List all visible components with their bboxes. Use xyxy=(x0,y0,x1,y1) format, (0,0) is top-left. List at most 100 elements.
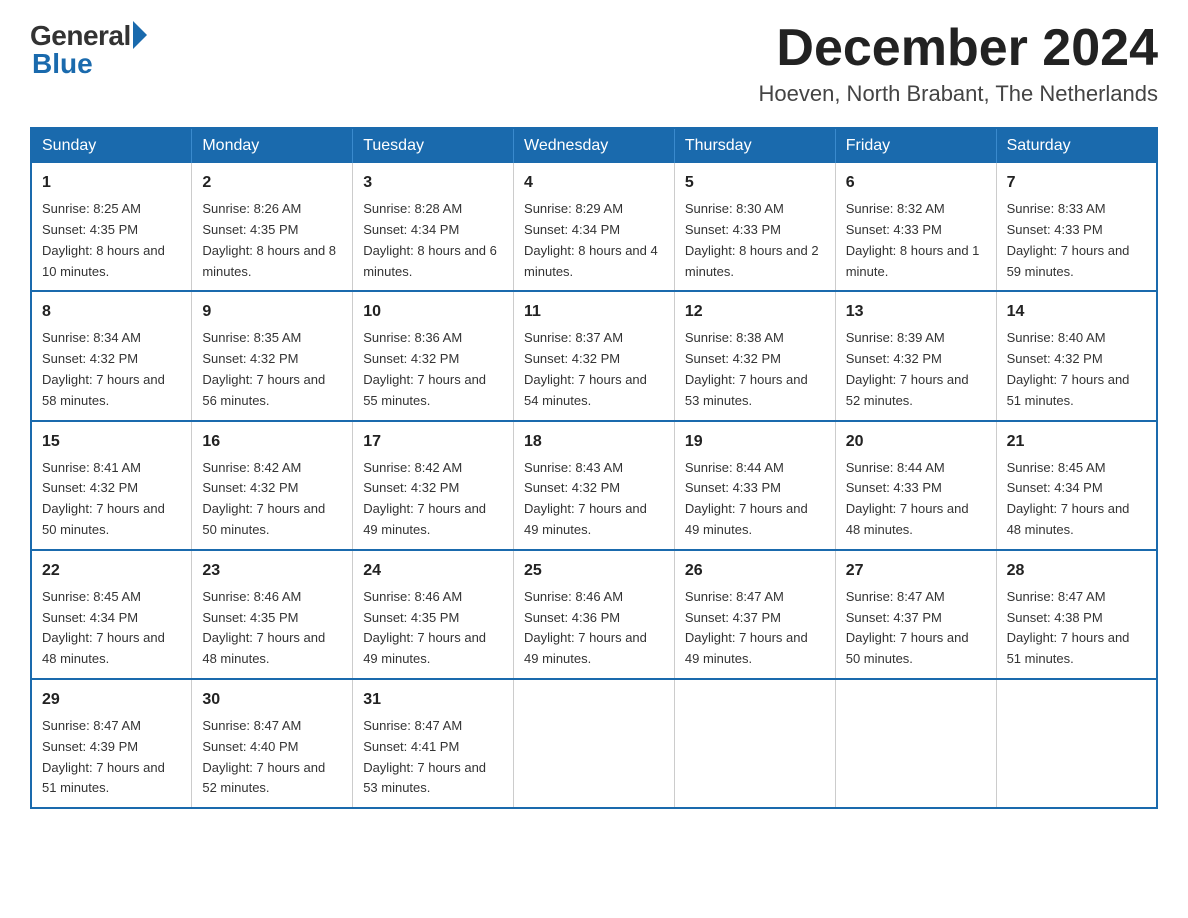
calendar-day-cell: 28 Sunrise: 8:47 AM Sunset: 4:38 PM Dayl… xyxy=(996,550,1157,679)
calendar-day-cell xyxy=(514,679,675,808)
day-info: Sunrise: 8:47 AM Sunset: 4:41 PM Dayligh… xyxy=(363,716,503,799)
day-number: 29 xyxy=(42,688,181,712)
day-number: 9 xyxy=(202,300,342,324)
calendar-day-cell: 10 Sunrise: 8:36 AM Sunset: 4:32 PM Dayl… xyxy=(353,291,514,420)
day-info: Sunrise: 8:46 AM Sunset: 4:35 PM Dayligh… xyxy=(363,587,503,670)
day-number: 31 xyxy=(363,688,503,712)
day-info: Sunrise: 8:35 AM Sunset: 4:32 PM Dayligh… xyxy=(202,328,342,411)
day-info: Sunrise: 8:41 AM Sunset: 4:32 PM Dayligh… xyxy=(42,458,181,541)
calendar-day-cell: 19 Sunrise: 8:44 AM Sunset: 4:33 PM Dayl… xyxy=(674,421,835,550)
day-info: Sunrise: 8:47 AM Sunset: 4:37 PM Dayligh… xyxy=(846,587,986,670)
logo: General Blue xyxy=(30,20,147,80)
day-of-week-header: Friday xyxy=(835,128,996,163)
day-number: 4 xyxy=(524,171,664,195)
calendar-week-row: 22 Sunrise: 8:45 AM Sunset: 4:34 PM Dayl… xyxy=(31,550,1157,679)
calendar-day-cell: 31 Sunrise: 8:47 AM Sunset: 4:41 PM Dayl… xyxy=(353,679,514,808)
calendar-day-cell: 1 Sunrise: 8:25 AM Sunset: 4:35 PM Dayli… xyxy=(31,163,192,291)
day-number: 6 xyxy=(846,171,986,195)
calendar-day-cell: 13 Sunrise: 8:39 AM Sunset: 4:32 PM Dayl… xyxy=(835,291,996,420)
calendar-day-cell: 18 Sunrise: 8:43 AM Sunset: 4:32 PM Dayl… xyxy=(514,421,675,550)
calendar-day-cell: 6 Sunrise: 8:32 AM Sunset: 4:33 PM Dayli… xyxy=(835,163,996,291)
day-of-week-header: Wednesday xyxy=(514,128,675,163)
calendar-day-cell: 5 Sunrise: 8:30 AM Sunset: 4:33 PM Dayli… xyxy=(674,163,835,291)
day-number: 27 xyxy=(846,559,986,583)
day-info: Sunrise: 8:32 AM Sunset: 4:33 PM Dayligh… xyxy=(846,199,986,282)
day-number: 5 xyxy=(685,171,825,195)
calendar-day-cell: 8 Sunrise: 8:34 AM Sunset: 4:32 PM Dayli… xyxy=(31,291,192,420)
calendar-day-cell: 4 Sunrise: 8:29 AM Sunset: 4:34 PM Dayli… xyxy=(514,163,675,291)
day-number: 22 xyxy=(42,559,181,583)
day-number: 11 xyxy=(524,300,664,324)
day-info: Sunrise: 8:47 AM Sunset: 4:39 PM Dayligh… xyxy=(42,716,181,799)
calendar-day-cell: 3 Sunrise: 8:28 AM Sunset: 4:34 PM Dayli… xyxy=(353,163,514,291)
day-info: Sunrise: 8:40 AM Sunset: 4:32 PM Dayligh… xyxy=(1007,328,1146,411)
day-info: Sunrise: 8:42 AM Sunset: 4:32 PM Dayligh… xyxy=(202,458,342,541)
day-info: Sunrise: 8:46 AM Sunset: 4:36 PM Dayligh… xyxy=(524,587,664,670)
day-of-week-header: Saturday xyxy=(996,128,1157,163)
day-number: 25 xyxy=(524,559,664,583)
location-subtitle: Hoeven, North Brabant, The Netherlands xyxy=(759,81,1159,107)
calendar-day-cell: 14 Sunrise: 8:40 AM Sunset: 4:32 PM Dayl… xyxy=(996,291,1157,420)
calendar-week-row: 1 Sunrise: 8:25 AM Sunset: 4:35 PM Dayli… xyxy=(31,163,1157,291)
calendar-day-cell: 22 Sunrise: 8:45 AM Sunset: 4:34 PM Dayl… xyxy=(31,550,192,679)
calendar-day-cell xyxy=(835,679,996,808)
calendar-day-cell: 30 Sunrise: 8:47 AM Sunset: 4:40 PM Dayl… xyxy=(192,679,353,808)
day-number: 13 xyxy=(846,300,986,324)
day-info: Sunrise: 8:44 AM Sunset: 4:33 PM Dayligh… xyxy=(685,458,825,541)
day-number: 28 xyxy=(1007,559,1146,583)
day-number: 8 xyxy=(42,300,181,324)
title-area: December 2024 Hoeven, North Brabant, The… xyxy=(759,20,1159,107)
calendar-day-cell: 25 Sunrise: 8:46 AM Sunset: 4:36 PM Dayl… xyxy=(514,550,675,679)
day-number: 16 xyxy=(202,430,342,454)
day-info: Sunrise: 8:34 AM Sunset: 4:32 PM Dayligh… xyxy=(42,328,181,411)
calendar-day-cell xyxy=(996,679,1157,808)
calendar-day-cell: 15 Sunrise: 8:41 AM Sunset: 4:32 PM Dayl… xyxy=(31,421,192,550)
day-info: Sunrise: 8:47 AM Sunset: 4:38 PM Dayligh… xyxy=(1007,587,1146,670)
month-year-title: December 2024 xyxy=(759,20,1159,77)
day-number: 19 xyxy=(685,430,825,454)
day-info: Sunrise: 8:46 AM Sunset: 4:35 PM Dayligh… xyxy=(202,587,342,670)
day-info: Sunrise: 8:44 AM Sunset: 4:33 PM Dayligh… xyxy=(846,458,986,541)
day-info: Sunrise: 8:36 AM Sunset: 4:32 PM Dayligh… xyxy=(363,328,503,411)
day-number: 7 xyxy=(1007,171,1146,195)
day-info: Sunrise: 8:47 AM Sunset: 4:37 PM Dayligh… xyxy=(685,587,825,670)
calendar-day-cell: 2 Sunrise: 8:26 AM Sunset: 4:35 PM Dayli… xyxy=(192,163,353,291)
calendar-day-cell: 17 Sunrise: 8:42 AM Sunset: 4:32 PM Dayl… xyxy=(353,421,514,550)
day-info: Sunrise: 8:30 AM Sunset: 4:33 PM Dayligh… xyxy=(685,199,825,282)
calendar-day-cell: 12 Sunrise: 8:38 AM Sunset: 4:32 PM Dayl… xyxy=(674,291,835,420)
calendar-day-cell: 23 Sunrise: 8:46 AM Sunset: 4:35 PM Dayl… xyxy=(192,550,353,679)
calendar-day-cell: 29 Sunrise: 8:47 AM Sunset: 4:39 PM Dayl… xyxy=(31,679,192,808)
calendar-day-cell: 11 Sunrise: 8:37 AM Sunset: 4:32 PM Dayl… xyxy=(514,291,675,420)
day-number: 30 xyxy=(202,688,342,712)
day-of-week-header: Monday xyxy=(192,128,353,163)
day-number: 1 xyxy=(42,171,181,195)
calendar-day-cell: 9 Sunrise: 8:35 AM Sunset: 4:32 PM Dayli… xyxy=(192,291,353,420)
day-info: Sunrise: 8:47 AM Sunset: 4:40 PM Dayligh… xyxy=(202,716,342,799)
calendar-header-row: SundayMondayTuesdayWednesdayThursdayFrid… xyxy=(31,128,1157,163)
day-info: Sunrise: 8:42 AM Sunset: 4:32 PM Dayligh… xyxy=(363,458,503,541)
day-info: Sunrise: 8:38 AM Sunset: 4:32 PM Dayligh… xyxy=(685,328,825,411)
day-number: 3 xyxy=(363,171,503,195)
day-info: Sunrise: 8:37 AM Sunset: 4:32 PM Dayligh… xyxy=(524,328,664,411)
day-of-week-header: Thursday xyxy=(674,128,835,163)
day-info: Sunrise: 8:45 AM Sunset: 4:34 PM Dayligh… xyxy=(42,587,181,670)
day-number: 17 xyxy=(363,430,503,454)
calendar-week-row: 8 Sunrise: 8:34 AM Sunset: 4:32 PM Dayli… xyxy=(31,291,1157,420)
day-number: 15 xyxy=(42,430,181,454)
day-number: 14 xyxy=(1007,300,1146,324)
day-info: Sunrise: 8:25 AM Sunset: 4:35 PM Dayligh… xyxy=(42,199,181,282)
day-number: 12 xyxy=(685,300,825,324)
calendar-day-cell xyxy=(674,679,835,808)
calendar-week-row: 29 Sunrise: 8:47 AM Sunset: 4:39 PM Dayl… xyxy=(31,679,1157,808)
day-number: 18 xyxy=(524,430,664,454)
day-info: Sunrise: 8:26 AM Sunset: 4:35 PM Dayligh… xyxy=(202,199,342,282)
calendar-day-cell: 24 Sunrise: 8:46 AM Sunset: 4:35 PM Dayl… xyxy=(353,550,514,679)
header: General Blue December 2024 Hoeven, North… xyxy=(30,20,1158,107)
day-info: Sunrise: 8:39 AM Sunset: 4:32 PM Dayligh… xyxy=(846,328,986,411)
calendar-day-cell: 7 Sunrise: 8:33 AM Sunset: 4:33 PM Dayli… xyxy=(996,163,1157,291)
day-number: 23 xyxy=(202,559,342,583)
day-info: Sunrise: 8:43 AM Sunset: 4:32 PM Dayligh… xyxy=(524,458,664,541)
day-info: Sunrise: 8:45 AM Sunset: 4:34 PM Dayligh… xyxy=(1007,458,1146,541)
logo-blue-text: Blue xyxy=(32,48,93,80)
day-number: 20 xyxy=(846,430,986,454)
